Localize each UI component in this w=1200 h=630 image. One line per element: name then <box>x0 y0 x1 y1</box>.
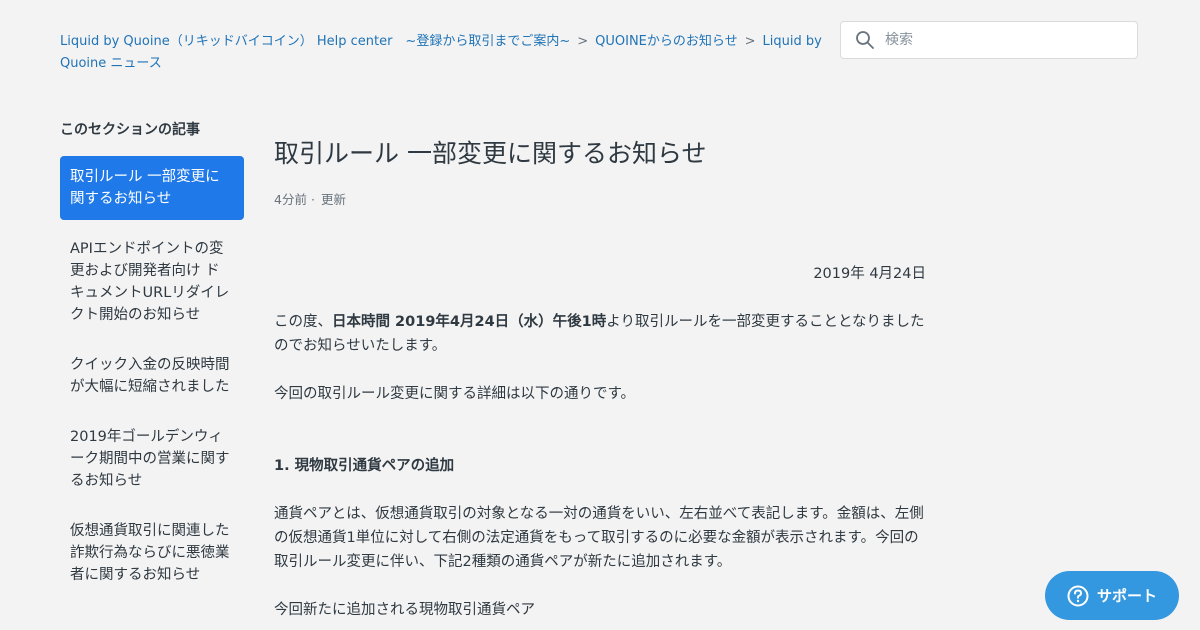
search-input[interactable] <box>883 31 1137 49</box>
section-articles-sidebar: このセクションの記事 取引ルール 一部変更に関するお知らせ APIエンドポイント… <box>60 118 244 604</box>
article-intro: この度、日本時間 2019年4月24日（水）午後1時より取引ルールを一部変更する… <box>274 310 926 358</box>
sidebar-item-current-article[interactable]: 取引ルール 一部変更に関するお知らせ <box>60 156 244 220</box>
article-paragraph: 今回の取引ルール変更に関する詳細は以下の通りです。 <box>274 386 636 402</box>
support-label: サポート <box>1096 587 1157 605</box>
intro-prefix: この度、 <box>274 314 332 330</box>
article-time: 4分前 <box>274 192 307 207</box>
article-title: 取引ルール 一部変更に関するお知らせ <box>274 139 707 168</box>
sidebar-title: このセクションの記事 <box>60 122 200 138</box>
intro-datetime: 日本時間 2019年4月24日（水）午後1時 <box>332 314 607 330</box>
article-meta: 4分前 · 更新 <box>274 190 926 210</box>
sidebar-item-fraud-warning[interactable]: 仮想通貨取引に関連した詐欺行為ならびに悪徳業者に関するお知らせ <box>60 510 244 596</box>
search-icon <box>856 31 874 49</box>
breadcrumb: Liquid by Quoine（リキッドバイコイン） Help center … <box>60 31 835 75</box>
article: 取引ルール 一部変更に関するお知らせ 4分前 · 更新 2019年 4月24日 この… <box>274 132 926 622</box>
sidebar-item-api-endpoint[interactable]: APIエンドポイントの変更および開発者向け ドキュメントURLリダイレクト開始の… <box>60 228 244 336</box>
breadcrumb-separator: > <box>577 34 589 49</box>
sidebar-item-golden-week[interactable]: 2019年ゴールデンウィーク期間中の営業に関するお知らせ <box>60 416 244 502</box>
article-date: 2019年 4月24日 <box>813 266 926 282</box>
meta-separator: · <box>310 192 315 207</box>
section-subheading: 今回新たに追加される現物取引通貨ペア <box>274 602 535 618</box>
breadcrumb-link-quoine-news[interactable]: QUOINEからのお知らせ <box>595 34 738 49</box>
search-box[interactable] <box>840 21 1138 59</box>
sidebar-article-list: 取引ルール 一部変更に関するお知らせ APIエンドポイントの変更および開発者向け… <box>60 156 244 596</box>
sidebar-item-quick-deposit[interactable]: クイック入金の反映時間が大幅に短縮されました <box>60 344 244 408</box>
breadcrumb-link-helpcenter[interactable]: Liquid by Quoine（リキッドバイコイン） Help center … <box>60 34 570 49</box>
article-updated: 更新 <box>320 192 346 207</box>
help-icon <box>1067 585 1089 606</box>
section-paragraph: 通貨ペアとは、仮想通貨取引の対象となる一対の通貨をいい、左右並べて表記します。金… <box>274 506 924 570</box>
breadcrumb-separator: > <box>744 34 756 49</box>
support-button[interactable]: サポート <box>1045 571 1179 620</box>
section-heading: 1. 現物取引通貨ペアの追加 <box>274 458 455 474</box>
